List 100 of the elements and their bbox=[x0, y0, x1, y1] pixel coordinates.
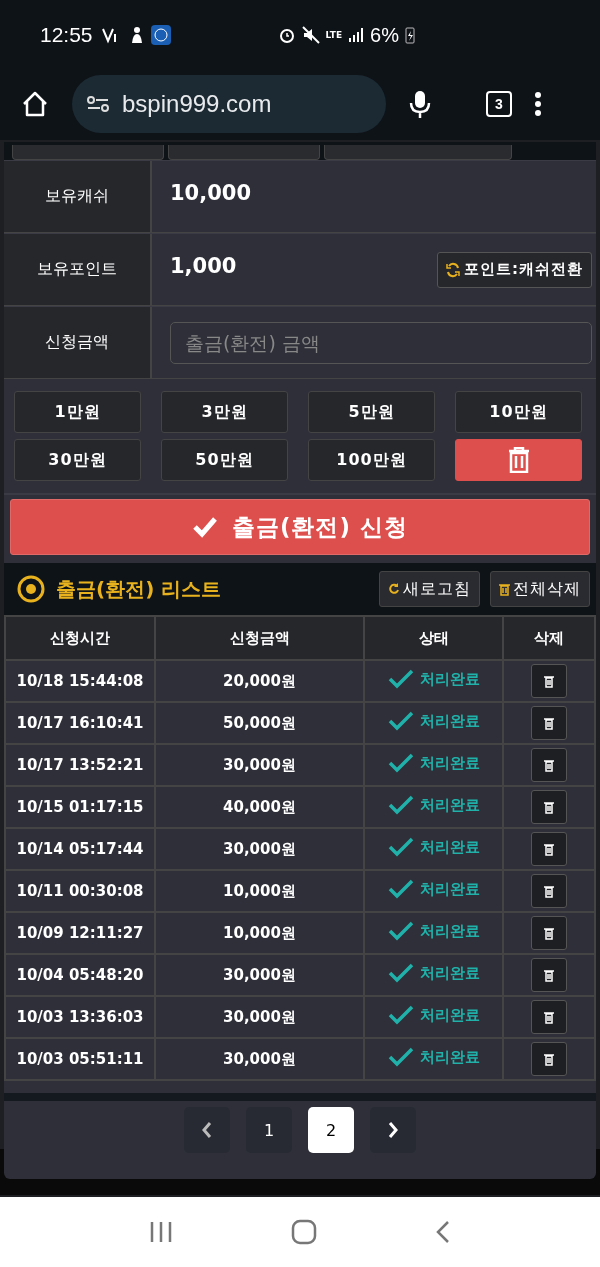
table-cell: 10/17 13:52:21 bbox=[5, 744, 155, 786]
table-cell: 10/11 00:30:08 bbox=[5, 870, 155, 912]
check-icon bbox=[387, 963, 414, 983]
address-bar[interactable]: bspin999.com bbox=[72, 75, 386, 133]
field-label: 보유캐쉬 bbox=[4, 161, 152, 232]
amount-button[interactable]: 100만원 bbox=[308, 439, 435, 481]
delete-button[interactable] bbox=[531, 832, 567, 866]
check-icon bbox=[387, 1047, 414, 1067]
app-icon bbox=[150, 25, 171, 45]
check-icon bbox=[192, 516, 218, 538]
microphone-icon[interactable] bbox=[408, 89, 432, 119]
submit-button[interactable]: 출금(환전) 신청 bbox=[10, 499, 590, 555]
list-title: 출금(환전) 리스트 bbox=[56, 575, 222, 603]
delete-all-button[interactable]: 전체삭제 bbox=[490, 571, 590, 607]
field-label: 신청금액 bbox=[4, 307, 152, 378]
previous-page-button[interactable] bbox=[184, 1107, 230, 1153]
check-icon bbox=[387, 879, 414, 899]
table-cell: 10/17 16:10:41 bbox=[5, 702, 155, 744]
status-text: 처리완료 bbox=[419, 879, 480, 899]
amount-button[interactable]: 5만원 bbox=[308, 391, 435, 433]
status-text: 처리완료 bbox=[419, 1005, 480, 1025]
clear-button[interactable] bbox=[455, 439, 582, 481]
network-label: LTE bbox=[325, 30, 343, 40]
amount-button[interactable]: 30만원 bbox=[14, 439, 141, 481]
back-icon[interactable] bbox=[435, 1220, 451, 1244]
table-cell: 30,000원 bbox=[155, 828, 364, 870]
status-text: 처리완료 bbox=[419, 921, 480, 941]
delete-button[interactable] bbox=[531, 790, 567, 824]
delete-button[interactable] bbox=[531, 874, 567, 908]
balance-value: 1,000 bbox=[170, 253, 238, 278]
trash-icon bbox=[499, 582, 510, 596]
table-cell: 10/14 05:17:44 bbox=[5, 828, 155, 870]
status-text: 처리완료 bbox=[419, 795, 480, 815]
table-cell: 30,000원 bbox=[155, 1038, 364, 1080]
refresh-button[interactable]: 새로고침 bbox=[379, 571, 480, 607]
delete-button[interactable] bbox=[531, 958, 567, 992]
trash-icon bbox=[544, 842, 554, 856]
chevron-right-icon bbox=[387, 1121, 399, 1139]
delete-button[interactable] bbox=[531, 664, 567, 698]
trash-icon bbox=[544, 716, 554, 730]
trash-icon bbox=[544, 968, 554, 982]
field-label: 보유포인트 bbox=[4, 234, 152, 305]
delete-button[interactable] bbox=[531, 1000, 567, 1034]
signal-icon bbox=[348, 27, 365, 43]
table-cell: 40,000원 bbox=[155, 786, 364, 828]
table-cell: 10,000원 bbox=[155, 870, 364, 912]
amount-button[interactable]: 3만원 bbox=[161, 391, 288, 433]
check-icon bbox=[387, 669, 414, 689]
check-icon bbox=[387, 921, 414, 941]
check-icon bbox=[387, 753, 414, 773]
trash-icon bbox=[507, 447, 530, 473]
table-cell: 10,000원 bbox=[155, 912, 364, 954]
status-text: 처리완료 bbox=[419, 837, 480, 857]
trash-icon bbox=[544, 758, 554, 772]
page-button[interactable]: 2 bbox=[308, 1107, 354, 1153]
tab-count-button[interactable]: 3 bbox=[486, 91, 512, 117]
table-cell: 10/15 01:17:15 bbox=[5, 786, 155, 828]
next-page-button[interactable] bbox=[370, 1107, 416, 1153]
trash-icon bbox=[544, 1010, 554, 1024]
table-cell: 10/04 05:48:20 bbox=[5, 954, 155, 996]
refresh-icon bbox=[388, 583, 400, 595]
trash-icon bbox=[544, 926, 554, 940]
delete-button[interactable] bbox=[531, 748, 567, 782]
recent-apps-icon[interactable] bbox=[149, 1220, 173, 1244]
convert-button[interactable]: 포인트:캐쉬전환 bbox=[437, 251, 592, 288]
amount-button[interactable]: 10만원 bbox=[455, 391, 582, 433]
amount-button[interactable]: 1만원 bbox=[14, 391, 141, 433]
home-button-icon[interactable] bbox=[291, 1219, 317, 1245]
status-text: 처리완료 bbox=[419, 711, 480, 731]
status-text: 처리완료 bbox=[419, 963, 480, 983]
column-header: 상태 bbox=[364, 616, 503, 660]
check-icon bbox=[387, 795, 414, 815]
delete-button[interactable] bbox=[531, 1042, 567, 1076]
battery-icon bbox=[405, 26, 415, 44]
trash-icon bbox=[544, 800, 554, 814]
page-button[interactable]: 1 bbox=[246, 1107, 292, 1153]
table-cell: 10/03 05:51:11 bbox=[5, 1038, 155, 1080]
amount-button[interactable]: 50만원 bbox=[161, 439, 288, 481]
more-menu-icon[interactable] bbox=[534, 91, 542, 117]
battery-percent: 6% bbox=[370, 23, 399, 47]
chevron-left-icon bbox=[201, 1121, 213, 1139]
table-cell: 10/03 13:36:03 bbox=[5, 996, 155, 1038]
column-header: 신청금액 bbox=[155, 616, 364, 660]
delete-button[interactable] bbox=[531, 916, 567, 950]
radio-icon bbox=[16, 574, 46, 604]
refresh-icon bbox=[446, 261, 460, 278]
status-text: 처리완료 bbox=[419, 669, 480, 689]
delete-button[interactable] bbox=[531, 706, 567, 740]
alarm-icon bbox=[277, 26, 296, 44]
mute-icon bbox=[301, 26, 320, 44]
check-icon bbox=[387, 1005, 414, 1025]
site-settings-icon[interactable] bbox=[86, 94, 110, 114]
amount-field[interactable]: 출금(환전) 금액 bbox=[170, 321, 592, 364]
balance-value: 10,000 bbox=[170, 180, 253, 205]
table-cell: 30,000원 bbox=[155, 996, 364, 1038]
check-icon bbox=[387, 837, 414, 857]
column-header: 삭제 bbox=[503, 616, 595, 660]
table-cell: 30,000원 bbox=[155, 954, 364, 996]
clock-time: 12:55 bbox=[40, 23, 93, 47]
trash-icon bbox=[544, 1052, 554, 1066]
